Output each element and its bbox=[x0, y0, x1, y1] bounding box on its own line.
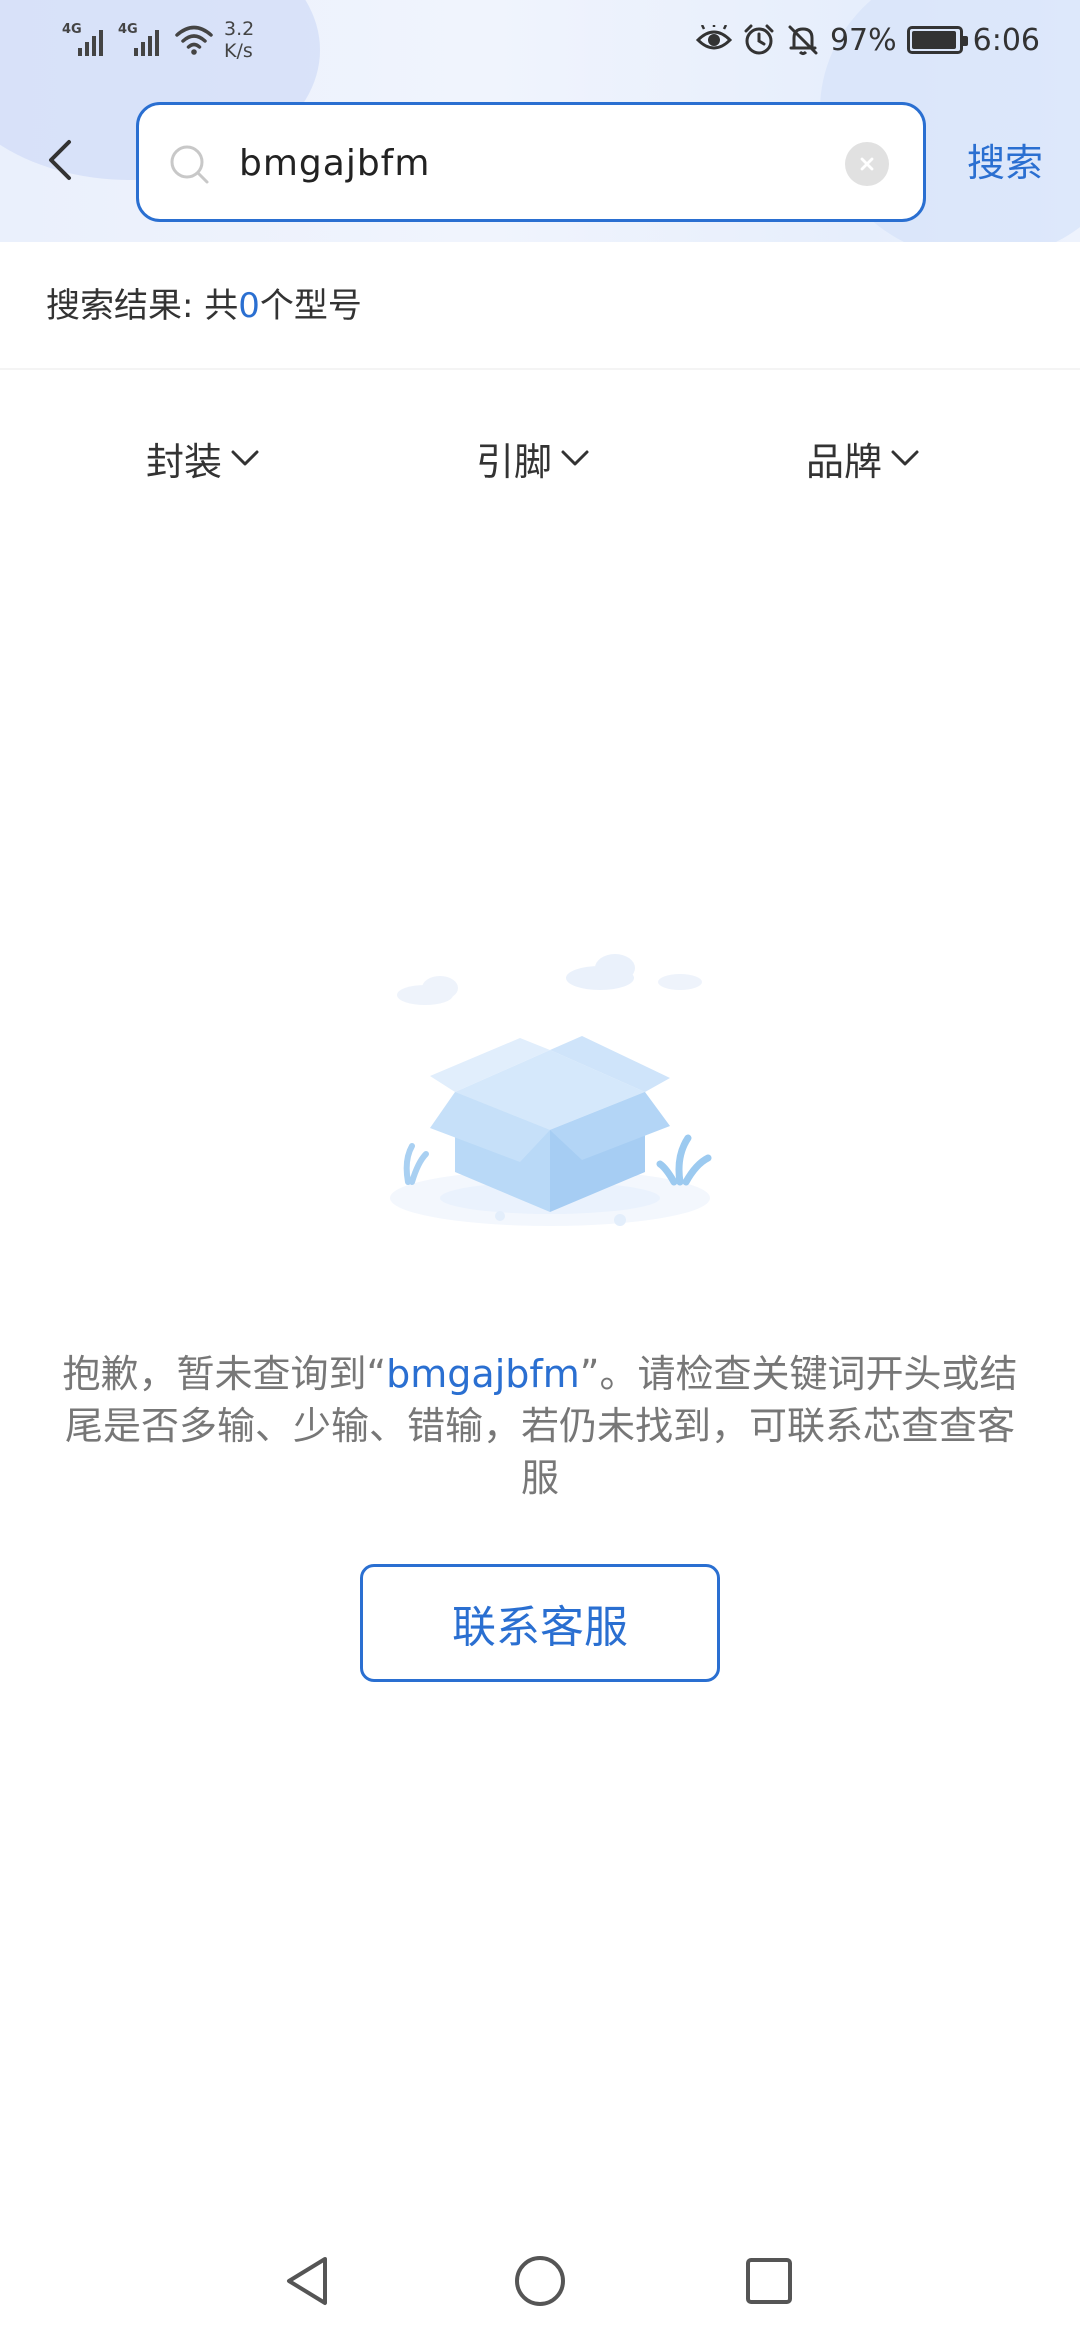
status-bar: 4G 4G 3.2 K/s 97% 6:06 bbox=[0, 0, 1080, 80]
battery-icon bbox=[906, 26, 968, 54]
network-speed: 3.2 K/s bbox=[224, 18, 255, 62]
filter-brand-label: 品牌 bbox=[806, 439, 883, 484]
close-icon bbox=[860, 157, 874, 171]
chevron-down-icon bbox=[231, 450, 259, 466]
circle-home-icon bbox=[515, 2256, 565, 2306]
search-input[interactable] bbox=[239, 127, 819, 199]
bell-muted-icon bbox=[788, 25, 818, 55]
empty-state-message: 抱歉，暂未查询到“bmgajbfm”。请检查关键词开头或结尾是否多输、少输、错输… bbox=[62, 1352, 1018, 1500]
clock: 6:06 bbox=[972, 22, 1040, 58]
eye-icon bbox=[695, 25, 732, 50]
chevron-down-icon bbox=[561, 450, 589, 466]
back-button[interactable] bbox=[30, 130, 90, 190]
filter-pins[interactable]: 引脚 bbox=[476, 428, 590, 488]
result-count: 0 bbox=[238, 286, 260, 326]
battery-percent: 97% bbox=[829, 22, 897, 58]
square-recents-icon bbox=[746, 2258, 792, 2304]
chevron-left-icon bbox=[49, 140, 71, 180]
contact-support-button[interactable]: 联系客服 bbox=[360, 1564, 720, 1682]
search-icon bbox=[170, 145, 209, 184]
result-summary: 搜索结果: 共0个型号 bbox=[0, 242, 1080, 370]
result-count-text: 搜索结果: 共0个型号 bbox=[46, 286, 362, 326]
alarm-icon bbox=[744, 24, 774, 55]
search-results-screen: 4G 4G 3.2 K/s 97% 6:06 bmgajbfm 搜索 搜索结果:… bbox=[0, 0, 1080, 2340]
cellular-signal-1-icon: 4G bbox=[62, 20, 108, 60]
cellular-signal-2-icon: 4G bbox=[118, 20, 164, 60]
nav-back-button[interactable] bbox=[272, 2246, 342, 2316]
filter-bar: 封装 引脚 品牌 bbox=[0, 408, 1080, 508]
nav-home-button[interactable] bbox=[505, 2246, 575, 2316]
system-nav-bar bbox=[0, 2220, 1080, 2340]
searched-keyword: bmgajbfm bbox=[386, 1352, 580, 1396]
search-button[interactable]: 搜索 bbox=[950, 130, 1060, 196]
wifi-icon bbox=[175, 25, 213, 55]
empty-box-illustration bbox=[390, 954, 712, 1226]
filter-pins-label: 引脚 bbox=[476, 439, 553, 484]
clear-search-button[interactable] bbox=[845, 142, 889, 186]
nav-recents-button[interactable] bbox=[734, 2246, 804, 2316]
triangle-back-icon bbox=[287, 2257, 327, 2305]
search-box[interactable] bbox=[136, 102, 926, 222]
filter-package[interactable]: 封装 bbox=[146, 428, 260, 488]
filter-package-label: 封装 bbox=[146, 439, 223, 484]
filter-brand[interactable]: 品牌 bbox=[806, 428, 920, 488]
chevron-down-icon bbox=[891, 450, 919, 466]
